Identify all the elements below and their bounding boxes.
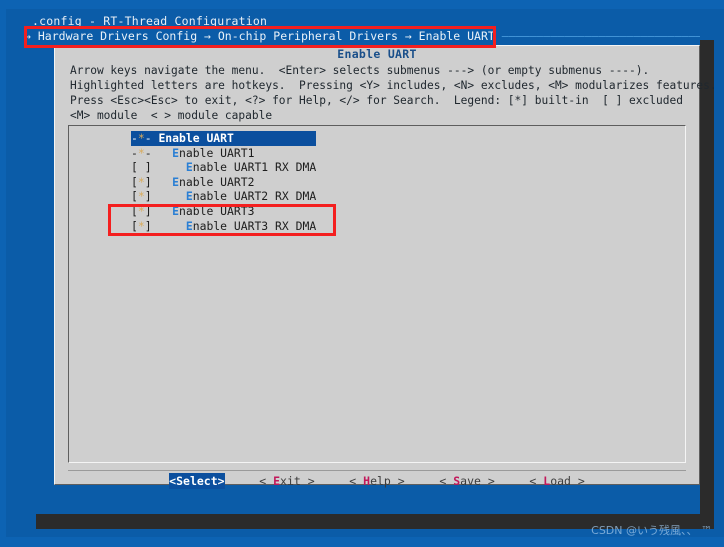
- menu-item-label: Enable UART3: [172, 203, 255, 218]
- help-line: Arrow keys navigate the menu. <Enter> se…: [70, 64, 650, 77]
- help-line: <M> module < > module capable: [70, 109, 273, 122]
- desktop-bottom-band: [0, 537, 724, 547]
- menu-item-indent: [158, 160, 185, 174]
- menu-item-label: Enable UART: [158, 131, 234, 145]
- menu-item-indent: [158, 189, 185, 203]
- menu-list: -*- Enable UART -*- Enable UART1[ ] Enabl…: [131, 131, 317, 234]
- menu-item[interactable]: [*] Enable UART2: [131, 175, 316, 190]
- menu-item-marker: -*-: [131, 131, 159, 145]
- menu-item-indent: [158, 204, 172, 218]
- menu-item[interactable]: [*] Enable UART3: [131, 204, 316, 219]
- breadcrumb: → Hardware Drivers Config → On-chip Peri…: [24, 29, 700, 44]
- menu-item-marker: [*]: [131, 203, 159, 218]
- dialog-title: Enable UART: [337, 47, 417, 61]
- window-title: .config - RT-Thread Configuration: [32, 14, 268, 28]
- menu-item-marker: [*]: [131, 174, 159, 189]
- help-text: Arrow keys navigate the menu. <Enter> se…: [70, 63, 717, 123]
- watermark: CSDN @いう残風、、 ™: [591, 524, 712, 537]
- button-gap: [225, 474, 260, 488]
- menu-item-marker: -*-: [131, 145, 159, 160]
- menu-item[interactable]: [ ] Enable UART1 RX DMA: [131, 160, 316, 175]
- menu-item-marker: [ ]: [131, 160, 159, 175]
- help-line: Highlighted letters are hotkeys. Pressin…: [70, 79, 717, 92]
- menu-item-label: Enable UART2 RX DMA: [185, 189, 317, 204]
- menu-item[interactable]: -*- Enable UART1: [131, 146, 316, 161]
- menu-item-label: Enable UART1: [172, 145, 255, 160]
- button-select[interactable]: <Select>: [169, 473, 225, 489]
- desktop-top-band: [0, 0, 724, 9]
- button-gap: [405, 474, 440, 488]
- button-gap: [315, 474, 350, 488]
- button-separator: [68, 470, 686, 471]
- button-save[interactable]: < Save >: [439, 474, 494, 488]
- config-dialog: Enable UART Arrow keys navigate the menu…: [54, 45, 717, 489]
- menu-item-marker: [*]: [131, 189, 159, 204]
- breadcrumb-rule: ————————————————————————————————————————…: [501, 29, 700, 43]
- button-exit[interactable]: < Exit >: [259, 474, 314, 488]
- menu-list-frame[interactable]: -*- Enable UART -*- Enable UART1[ ] Enabl…: [68, 125, 686, 463]
- menuconfig-window: .config - RT-Thread Configuration → Hard…: [22, 9, 717, 514]
- breadcrumb-path: Hardware Drivers Config → On-chip Periph…: [37, 29, 495, 43]
- menu-item-indent: [158, 175, 172, 189]
- menu-item[interactable]: [*] Enable UART2 RX DMA: [131, 189, 316, 204]
- help-line: Press <Esc><Esc> to exit, <?> for Help, …: [70, 94, 683, 107]
- menu-item-label: Enable UART2: [172, 174, 255, 189]
- menu-item-indent: [158, 219, 185, 233]
- menu-item-label: Enable UART3 RX DMA: [185, 218, 317, 233]
- screen: .config - RT-Thread Configuration → Hard…: [0, 0, 724, 547]
- button-bar: <Select> < Exit > < Help > < Save > < Lo…: [55, 473, 699, 489]
- desktop-left-edge: [0, 0, 6, 547]
- button-gap: [495, 474, 530, 488]
- menu-item[interactable]: -*- Enable UART: [131, 131, 317, 146]
- breadcrumb-arrow-icon: →: [24, 29, 31, 43]
- menu-item-marker: [*]: [131, 218, 159, 233]
- menu-item[interactable]: [*] Enable UART3 RX DMA: [131, 219, 316, 234]
- button-load[interactable]: < Load >: [529, 474, 584, 488]
- menu-item-indent: [158, 146, 172, 160]
- button-help[interactable]: < Help >: [349, 474, 404, 488]
- menu-item-label: Enable UART1 RX DMA: [185, 160, 317, 175]
